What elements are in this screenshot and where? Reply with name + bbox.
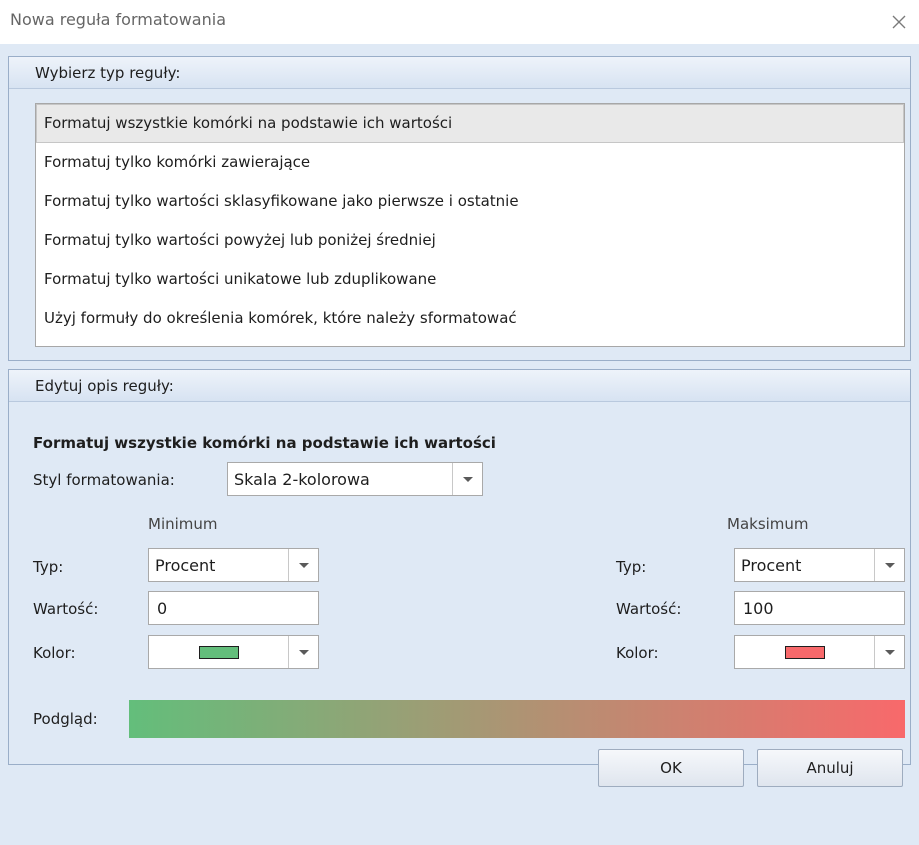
rule-description-group: Edytuj opis reguły: Formatuj wszystkie k… bbox=[8, 369, 911, 765]
format-style-value: Skala 2-kolorowa bbox=[234, 470, 370, 489]
min-value-text: 0 bbox=[157, 599, 168, 618]
format-style-dropdown[interactable]: Skala 2-kolorowa bbox=[227, 462, 483, 496]
maximum-heading: Maksimum bbox=[727, 515, 809, 533]
chevron-down-icon[interactable] bbox=[288, 636, 318, 668]
chevron-down-icon[interactable] bbox=[288, 549, 318, 581]
rule-type-item[interactable]: Formatuj wszystkie komórki na podstawie … bbox=[36, 104, 904, 143]
min-type-dropdown[interactable]: Procent bbox=[148, 548, 319, 582]
preview-label: Podgląd: bbox=[33, 710, 98, 728]
rule-type-item[interactable]: Formatuj tylko komórki zawierające bbox=[36, 143, 904, 182]
ok-button[interactable]: OK bbox=[598, 749, 744, 787]
max-color-picker[interactable] bbox=[734, 635, 905, 669]
description-title: Formatuj wszystkie komórki na podstawie … bbox=[33, 434, 496, 452]
max-value-text: 100 bbox=[743, 599, 774, 618]
rule-type-header: Wybierz typ reguły: bbox=[9, 57, 910, 89]
max-value-field[interactable]: 100 bbox=[734, 591, 905, 625]
rule-type-item[interactable]: Użyj formuły do określenia komórek, któr… bbox=[36, 299, 904, 338]
min-type-label: Typ: bbox=[33, 558, 64, 576]
chevron-down-icon[interactable] bbox=[452, 463, 482, 495]
rule-description-header: Edytuj opis reguły: bbox=[9, 370, 910, 402]
rule-type-item[interactable]: Formatuj tylko wartości sklasyfikowane j… bbox=[36, 182, 904, 221]
min-color-label: Kolor: bbox=[33, 644, 76, 662]
rule-type-group: Wybierz typ reguły: Formatuj wszystkie k… bbox=[8, 56, 911, 361]
window-title: Nowa reguła formatowania bbox=[10, 10, 226, 29]
min-value-label: Wartość: bbox=[33, 600, 99, 618]
close-button[interactable] bbox=[879, 0, 919, 44]
close-icon bbox=[892, 15, 906, 29]
minimum-heading: Minimum bbox=[148, 515, 218, 533]
chevron-down-icon[interactable] bbox=[874, 549, 904, 581]
min-color-swatch bbox=[199, 646, 239, 659]
rule-type-item[interactable]: Formatuj tylko wartości powyżej lub poni… bbox=[36, 221, 904, 260]
min-value-field[interactable]: 0 bbox=[148, 591, 319, 625]
min-color-picker[interactable] bbox=[148, 635, 319, 669]
rule-type-list[interactable]: Formatuj wszystkie komórki na podstawie … bbox=[35, 103, 905, 347]
rule-type-item[interactable]: Formatuj tylko wartości unikatowe lub zd… bbox=[36, 260, 904, 299]
format-style-label: Styl formatowania: bbox=[33, 471, 175, 489]
chevron-down-icon[interactable] bbox=[874, 636, 904, 668]
min-type-value: Procent bbox=[155, 556, 216, 575]
cancel-button[interactable]: Anuluj bbox=[757, 749, 903, 787]
max-type-value: Procent bbox=[741, 556, 802, 575]
preview-gradient-bar bbox=[129, 700, 905, 738]
max-type-label: Typ: bbox=[616, 558, 647, 576]
max-color-swatch bbox=[785, 646, 825, 659]
max-color-label: Kolor: bbox=[616, 644, 659, 662]
max-value-label: Wartość: bbox=[616, 600, 682, 618]
title-bar: Nowa reguła formatowania bbox=[0, 0, 919, 44]
max-type-dropdown[interactable]: Procent bbox=[734, 548, 905, 582]
